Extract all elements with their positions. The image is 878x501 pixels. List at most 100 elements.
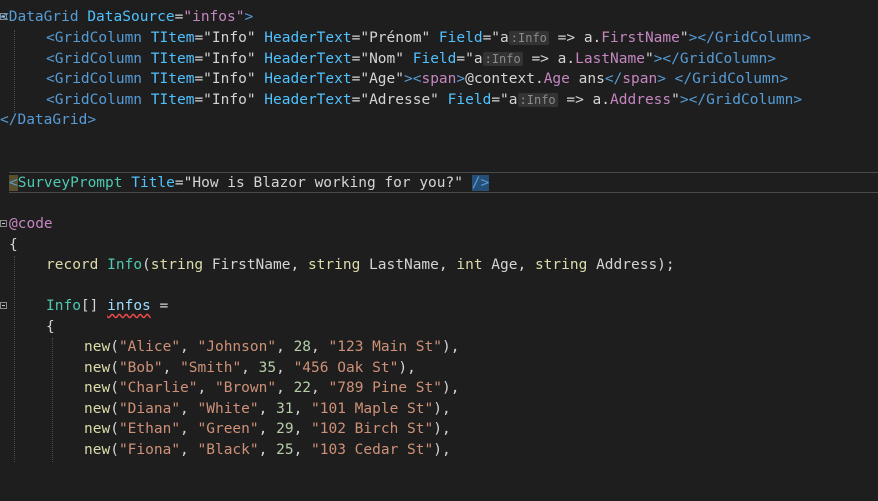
code-line-3[interactable]: <GridColumn TItem="Info" HeaderText="Nom…	[0, 49, 878, 70]
token: ,	[293, 441, 312, 458]
token: "Alice"	[118, 339, 181, 355]
token: >	[456, 71, 466, 87]
token: Title	[131, 175, 175, 191]
token: 25	[276, 441, 294, 458]
token: DataGrid	[8, 9, 79, 25]
token: ,	[276, 380, 294, 396]
token: Address	[610, 91, 672, 108]
code-line-row[interactable]: new("Bob", "Smith", 35, "456 Oak St"),	[0, 358, 878, 379]
token: ),	[433, 421, 451, 437]
token: GridColumn	[679, 50, 768, 67]
code-line-row[interactable]: new("Diana", "White", 31, "101 Maple St"…	[0, 399, 878, 420]
token: <	[46, 71, 55, 87]
token: 22	[293, 380, 312, 396]
token: "Smith"	[180, 359, 242, 376]
token: HeaderText	[264, 91, 352, 108]
code-line-6[interactable]: </DataGrid>	[0, 110, 878, 131]
token: "Nom"	[360, 50, 404, 67]
code-line-1[interactable]: <DataGrid DataSource="infos">	[0, 7, 878, 28]
collapse-icon[interactable]	[0, 302, 7, 309]
code-line-current[interactable]: <SurveyPrompt Title="How is Blazor worki…	[0, 173, 878, 194]
token: FirstName,	[203, 257, 308, 273]
token: "123 Main St"	[328, 339, 443, 355]
token: ,	[311, 380, 329, 396]
token: ="a	[491, 91, 518, 108]
token: =	[194, 71, 204, 87]
token: SurveyPrompt	[17, 175, 123, 191]
token: ="a	[456, 50, 483, 67]
token: {	[46, 318, 55, 335]
token: ,	[197, 380, 215, 396]
token: ,	[293, 400, 312, 417]
collapse-icon[interactable]	[0, 220, 7, 227]
token: "103 Cedar St"	[311, 441, 434, 458]
token: =	[194, 91, 204, 108]
token: (	[110, 359, 119, 376]
token: TItem	[150, 71, 195, 87]
code-line-row[interactable]: new("Charlie", "Brown", 22, "789 Pine St…	[0, 378, 878, 399]
token: ,	[276, 359, 294, 376]
token: ),	[433, 400, 451, 417]
token: ,	[180, 400, 198, 417]
code-editor[interactable]: <DataGrid DataSource="infos"> <GridColum…	[0, 0, 878, 462]
fold-gutter[interactable]	[0, 296, 9, 317]
token: ,	[241, 359, 259, 376]
token: Address);	[587, 257, 675, 273]
token: ><	[404, 71, 422, 87]
code-line-5[interactable]: <GridColumn TItem="Info" HeaderText="Adr…	[0, 90, 878, 111]
token: ,	[258, 400, 277, 417]
code-line-row[interactable]: new("Fiona", "Black", 25, "103 Cedar St"…	[0, 440, 878, 461]
token: infos	[107, 298, 151, 314]
token: ),	[442, 339, 460, 355]
token: new	[84, 421, 111, 437]
token: Field	[412, 50, 457, 67]
code-line-4[interactable]: <GridColumn TItem="Info" HeaderText="Age…	[0, 69, 878, 90]
code-line-infos[interactable]: Info[] infos =	[0, 296, 878, 317]
token: DataGrid	[17, 112, 88, 128]
token: ),	[433, 441, 451, 458]
token: ,	[276, 339, 294, 355]
code-line-row[interactable]: new("Ethan", "Green", 29, "102 Birch St"…	[0, 419, 878, 440]
token: ,	[180, 339, 198, 355]
token: span	[421, 71, 457, 87]
token: "Green"	[197, 421, 259, 437]
token: (	[110, 421, 119, 437]
token: int	[456, 257, 483, 273]
token: >	[87, 112, 97, 128]
code-line-code-block[interactable]: @code	[0, 214, 878, 235]
token: "Diana"	[118, 400, 181, 417]
token: "Adresse"	[360, 91, 439, 108]
token: ,	[162, 359, 181, 376]
token: "Info"	[203, 91, 256, 108]
token: =	[174, 175, 184, 191]
token: => a.	[548, 30, 602, 46]
token: <	[46, 50, 55, 67]
code-line-open-brace[interactable]: {	[0, 235, 878, 256]
code-line-2[interactable]: <GridColumn TItem="Info" HeaderText="Pré…	[0, 28, 878, 49]
token: Info	[46, 298, 81, 314]
code-line-record[interactable]: record Info(string FirstName, string Las…	[0, 255, 878, 276]
token: "Fiona"	[118, 441, 181, 458]
token: Info	[107, 257, 143, 273]
code-line-row[interactable]: new("Alice", "Johnson", 28, "123 Main St…	[0, 337, 878, 358]
fold-gutter[interactable]	[0, 214, 9, 235]
token: "101 Maple St"	[311, 400, 434, 417]
token: HeaderText	[264, 30, 352, 46]
token: ,	[180, 421, 198, 437]
code-line-array-open[interactable]: {	[0, 317, 878, 338]
token: ></	[688, 30, 715, 46]
token: Age	[543, 71, 570, 87]
token: string	[307, 257, 361, 273]
token: 31	[276, 400, 294, 417]
token: "Ethan"	[118, 421, 181, 437]
token: "Charlie"	[118, 380, 198, 396]
